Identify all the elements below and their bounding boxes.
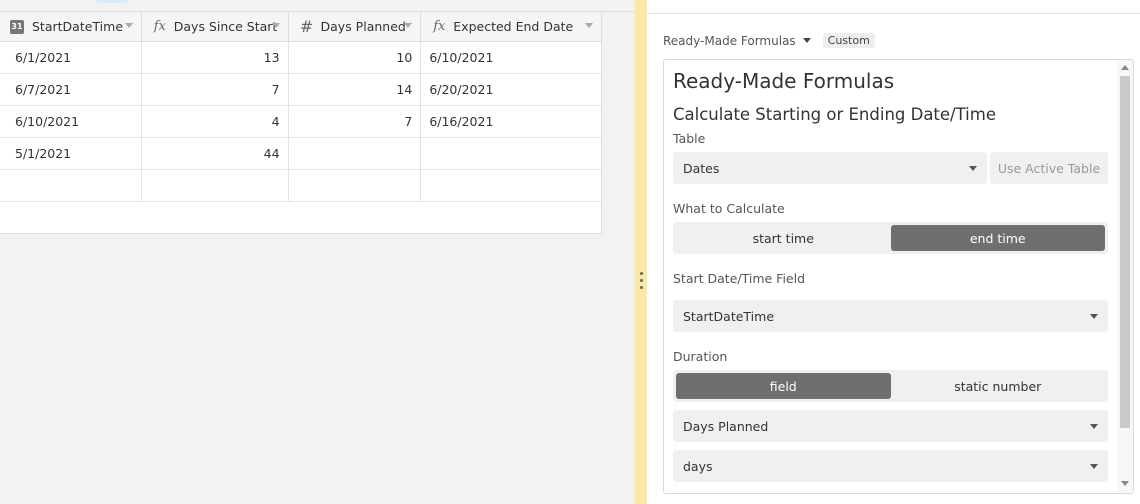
duration-label: Duration <box>673 349 728 364</box>
panel-scrollbar[interactable] <box>1117 60 1133 493</box>
table-row-empty[interactable] <box>0 170 601 202</box>
extension-card: Ready-Made Formulas Calculate Starting o… <box>663 59 1134 494</box>
cell-days-planned[interactable]: 10 <box>289 42 422 73</box>
cell-empty[interactable] <box>421 170 601 201</box>
start-field-label: Start Date/Time Field <box>673 271 806 286</box>
column-header-label: Days Planned <box>320 19 406 34</box>
table-row[interactable]: 6/7/2021 7 14 6/20/2021 <box>0 74 601 106</box>
column-header-label: StartDateTime <box>32 19 124 34</box>
drag-handle-icon[interactable] <box>640 272 643 290</box>
cell-days-since-start[interactable]: 44 <box>142 138 289 169</box>
column-header-label: Days Since Start <box>173 19 278 34</box>
calc-option-start-time[interactable]: start time <box>676 225 891 251</box>
table-row[interactable]: 6/1/2021 13 10 6/10/2021 <box>0 42 601 74</box>
cell-days-since-start[interactable]: 7 <box>142 74 289 105</box>
custom-badge: Custom <box>822 33 875 48</box>
cell-startdatetime[interactable]: 6/7/2021 <box>0 74 142 105</box>
chevron-down-icon[interactable] <box>404 23 413 28</box>
grid-toolbar-edge <box>0 0 635 12</box>
calc-option-end-time[interactable]: end time <box>890 225 1105 251</box>
scrollbar-thumb[interactable] <box>1120 76 1130 428</box>
duration-option-field[interactable]: field <box>676 373 891 399</box>
table-label: Table <box>673 131 706 146</box>
chevron-down-icon[interactable] <box>584 23 593 28</box>
number-icon: # <box>299 17 314 36</box>
cell-expected-end-date[interactable]: 6/10/2021 <box>421 42 601 73</box>
panel-top-bar <box>647 0 1140 14</box>
cell-days-since-start[interactable]: 13 <box>142 42 289 73</box>
page-subtitle: Calculate Starting or Ending Date/Time <box>673 105 996 124</box>
duration-toggle[interactable]: field static number <box>673 370 1108 402</box>
extension-picker[interactable]: Ready-Made Formulas Custom <box>663 33 875 48</box>
cell-days-planned[interactable] <box>289 138 422 169</box>
table-row[interactable]: 5/1/2021 44 <box>0 138 601 170</box>
chevron-down-icon <box>1090 424 1098 429</box>
cell-days-since-start[interactable]: 4 <box>142 106 289 137</box>
grid-scroll-indicator <box>97 0 127 3</box>
column-header-startdatetime[interactable]: 31 StartDateTime <box>0 12 142 41</box>
start-field-value: StartDateTime <box>683 308 775 324</box>
duration-field-select[interactable]: Days Planned <box>673 410 1108 442</box>
formula-icon: fx <box>153 19 166 34</box>
cell-days-planned[interactable]: 7 <box>289 106 422 137</box>
cell-empty[interactable] <box>142 170 289 201</box>
column-header-days-planned[interactable]: # Days Planned <box>289 12 422 41</box>
grid-view: 31 StartDateTime fx Days Since Start # D… <box>0 0 635 504</box>
unit-select[interactable]: days <box>673 450 1108 482</box>
cell-startdatetime[interactable]: 5/1/2021 <box>0 138 142 169</box>
add-row[interactable] <box>0 202 601 233</box>
duration-option-static-number[interactable]: static number <box>891 373 1106 399</box>
cell-startdatetime[interactable]: 6/10/2021 <box>0 106 142 137</box>
chevron-down-icon <box>1090 464 1098 469</box>
cell-startdatetime[interactable]: 6/1/2021 <box>0 42 142 73</box>
scroll-down-icon[interactable] <box>1121 481 1129 486</box>
cell-empty[interactable] <box>0 170 142 201</box>
chevron-down-icon <box>969 166 977 171</box>
cell-days-planned[interactable]: 14 <box>289 74 422 105</box>
chevron-down-icon[interactable] <box>802 38 811 43</box>
panel-resize-divider[interactable] <box>635 0 647 504</box>
cell-expected-end-date[interactable] <box>421 138 601 169</box>
calc-toggle[interactable]: start time end time <box>673 222 1108 254</box>
column-header-label: Expected End Date <box>453 19 574 34</box>
start-field-select[interactable]: StartDateTime <box>673 300 1108 332</box>
page-title: Ready-Made Formulas <box>673 69 895 93</box>
scroll-up-icon[interactable] <box>1121 65 1129 70</box>
cell-expected-end-date[interactable]: 6/20/2021 <box>421 74 601 105</box>
extension-panel: Ready-Made Formulas Custom Ready-Made Fo… <box>647 0 1140 504</box>
table-header: 31 StartDateTime fx Days Since Start # D… <box>0 12 601 42</box>
unit-value: days <box>683 458 713 474</box>
data-table: 31 StartDateTime fx Days Since Start # D… <box>0 12 602 234</box>
table-row[interactable]: 6/10/2021 4 7 6/16/2021 <box>0 106 601 138</box>
calendar-icon: 31 <box>10 19 26 34</box>
calc-label: What to Calculate <box>673 201 785 216</box>
extension-picker-label: Ready-Made Formulas <box>663 33 796 48</box>
duration-field-value: Days Planned <box>683 418 769 434</box>
chevron-down-icon <box>1090 314 1098 319</box>
column-header-expected-end-date[interactable]: fx Expected End Date <box>421 12 601 41</box>
use-active-table-button[interactable]: Use Active Table <box>990 152 1108 184</box>
table-select[interactable]: Dates <box>673 152 987 184</box>
cell-empty[interactable] <box>289 170 422 201</box>
cell-expected-end-date[interactable]: 6/16/2021 <box>421 106 601 137</box>
chevron-down-icon[interactable] <box>271 23 280 28</box>
formula-icon: fx <box>433 19 446 34</box>
table-select-value: Dates <box>683 160 720 176</box>
chevron-down-icon[interactable] <box>124 23 133 28</box>
column-header-days-since-start[interactable]: fx Days Since Start <box>142 12 289 41</box>
